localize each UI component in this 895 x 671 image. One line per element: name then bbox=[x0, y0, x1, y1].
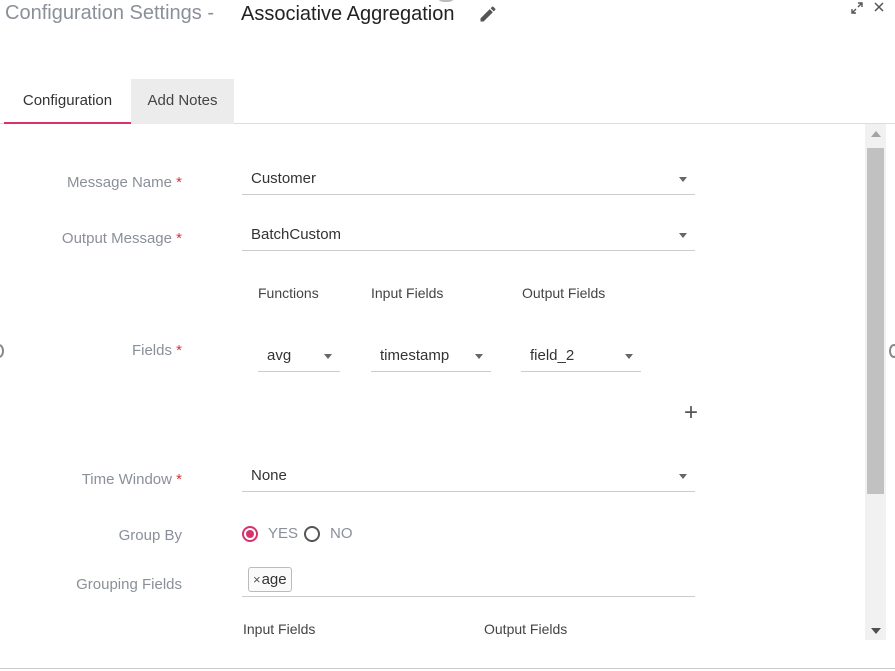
chip-label: age bbox=[261, 571, 287, 588]
input-field-value: timestamp bbox=[380, 347, 450, 364]
output-message-select[interactable]: BatchCustom bbox=[242, 221, 695, 251]
edit-icon[interactable] bbox=[478, 4, 498, 24]
group-by-no-label[interactable]: NO bbox=[330, 525, 353, 542]
required-mark: * bbox=[176, 342, 182, 359]
fields-label: Fields * bbox=[132, 342, 182, 359]
grouping-fields-input[interactable]: ×age bbox=[242, 565, 695, 597]
group-by-yes-label[interactable]: YES bbox=[268, 525, 298, 542]
message-name-select[interactable]: Customer bbox=[242, 165, 695, 195]
grouping-fields-label: Grouping Fields bbox=[76, 576, 182, 593]
function-select[interactable]: avg bbox=[258, 342, 340, 372]
expand-icon[interactable] bbox=[850, 1, 864, 15]
grouping-field-chip: ×age bbox=[248, 567, 292, 592]
functions-column-header: Functions bbox=[258, 285, 319, 301]
time-window-label: Time Window * bbox=[82, 471, 182, 488]
add-field-button[interactable]: + bbox=[681, 401, 701, 425]
chevron-down-icon bbox=[475, 354, 483, 359]
time-window-label-text: Time Window bbox=[81, 471, 172, 488]
required-mark: * bbox=[176, 230, 182, 247]
tab-configuration[interactable]: Configuration bbox=[4, 79, 131, 124]
input-fields-column-header: Input Fields bbox=[371, 285, 444, 301]
message-name-value: Customer bbox=[251, 170, 317, 187]
content-scrollbar[interactable] bbox=[865, 124, 886, 640]
remove-chip-icon[interactable]: × bbox=[253, 572, 261, 587]
output-field-select[interactable]: field_2 bbox=[521, 342, 641, 372]
scroll-down-arrow-icon[interactable] bbox=[871, 628, 881, 634]
dialog-header: Configuration Settings - Associative Agg… bbox=[0, 0, 895, 34]
output-message-label-text: Output Message bbox=[61, 230, 172, 247]
chevron-down-icon bbox=[679, 474, 687, 479]
time-window-value: None bbox=[251, 467, 287, 484]
dialog-title-name: Associative Aggregation bbox=[241, 3, 455, 25]
chevron-down-icon bbox=[679, 177, 687, 182]
group-by-label: Group By bbox=[118, 527, 182, 544]
bottom-output-fields-header: Output Fields bbox=[484, 621, 568, 637]
fields-label-text: Fields bbox=[131, 342, 172, 359]
group-by-no-radio[interactable] bbox=[304, 526, 320, 542]
message-name-label: Message Name * bbox=[67, 174, 182, 191]
required-mark: * bbox=[176, 174, 182, 191]
output-message-label: Output Message * bbox=[62, 230, 182, 247]
right-resize-handle[interactable] bbox=[889, 344, 895, 358]
configuration-form: Message Name * Customer Output Message *… bbox=[0, 124, 865, 670]
bottom-divider bbox=[0, 668, 895, 669]
function-value: avg bbox=[267, 347, 292, 364]
scroll-thumb[interactable] bbox=[867, 148, 884, 494]
chevron-down-icon bbox=[324, 354, 332, 359]
output-fields-column-header: Output Fields bbox=[522, 285, 606, 301]
dialog-title-prefix: Configuration Settings - bbox=[5, 2, 215, 24]
bottom-input-fields-header: Input Fields bbox=[243, 621, 316, 637]
tab-bar: Configuration Add Notes bbox=[0, 79, 895, 124]
close-icon[interactable] bbox=[872, 0, 886, 14]
top-edge-handle bbox=[436, 0, 456, 2]
input-field-select[interactable]: timestamp bbox=[371, 342, 491, 372]
time-window-select[interactable]: None bbox=[242, 462, 695, 492]
chevron-down-icon bbox=[679, 233, 687, 238]
output-message-value: BatchCustom bbox=[251, 226, 342, 243]
message-name-label-text: Message Name bbox=[66, 174, 172, 191]
scroll-up-arrow-icon[interactable] bbox=[871, 131, 881, 137]
group-by-yes-radio[interactable] bbox=[242, 526, 258, 542]
required-mark: * bbox=[176, 471, 182, 488]
tab-add-notes[interactable]: Add Notes bbox=[131, 79, 234, 124]
chevron-down-icon bbox=[625, 354, 633, 359]
output-field-value: field_2 bbox=[530, 347, 575, 364]
